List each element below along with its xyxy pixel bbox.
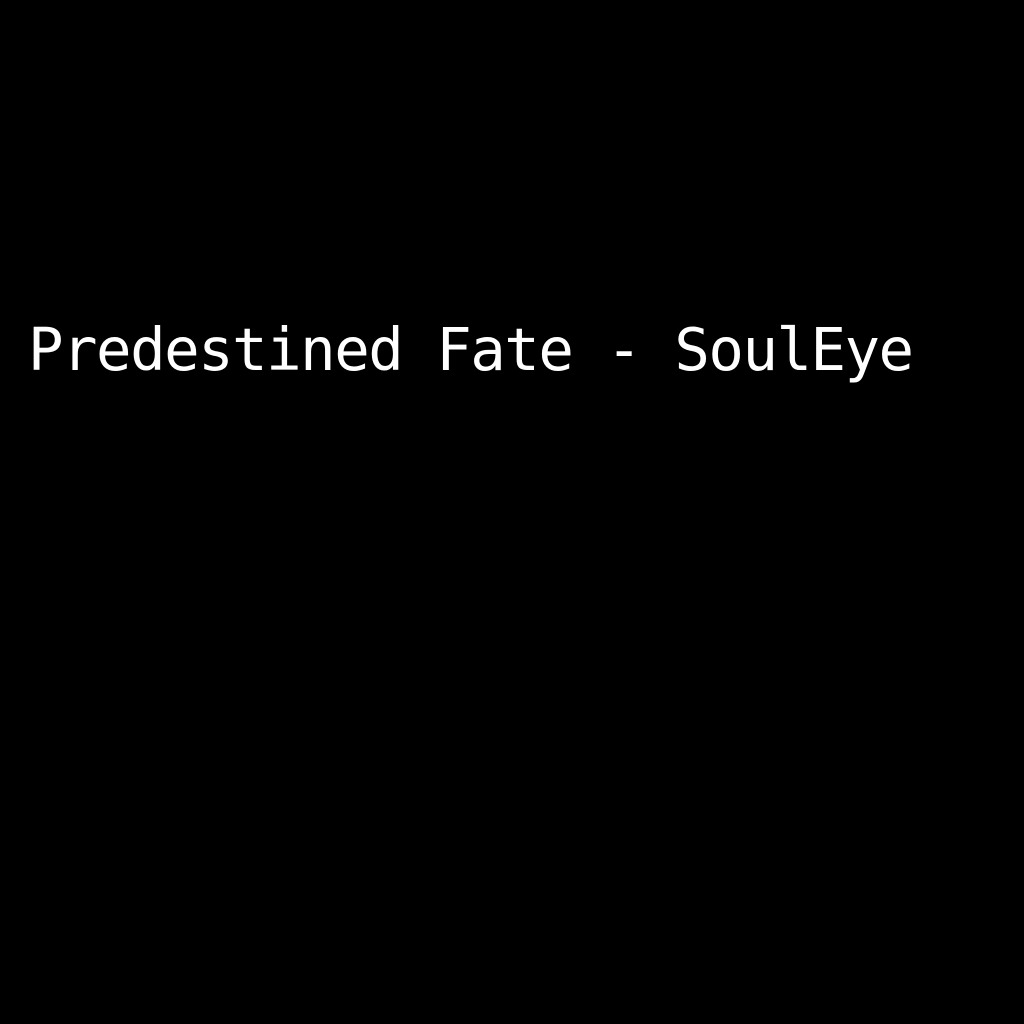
track-title: Predestined Fate - SoulEye bbox=[28, 315, 914, 384]
black-screen: Predestined Fate - SoulEye bbox=[0, 0, 1024, 1024]
